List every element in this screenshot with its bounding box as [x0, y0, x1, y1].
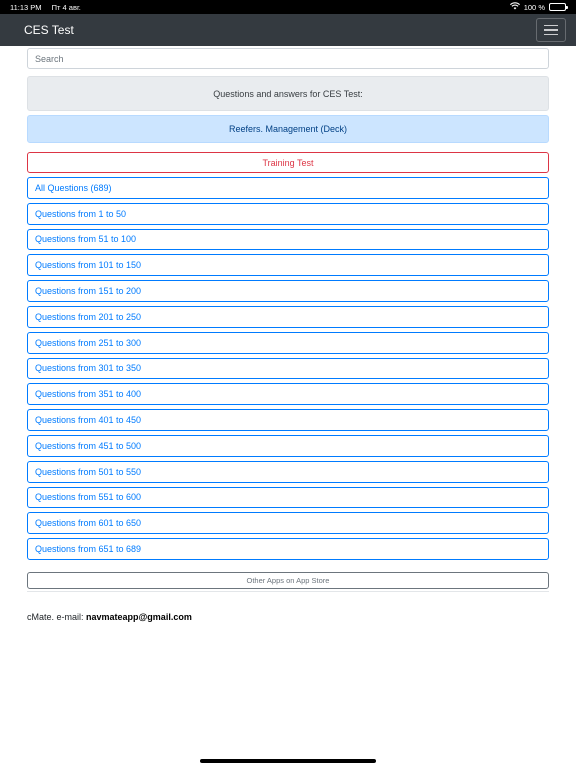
hamburger-line — [544, 29, 558, 31]
divider — [27, 590, 549, 592]
question-range-label: Questions from 51 to 100 — [35, 234, 137, 245]
question-range-button[interactable]: Questions from 151 to 200 — [27, 280, 549, 302]
question-range-label: Questions from 351 to 400 — [35, 389, 142, 400]
question-range-label: Questions from 301 to 350 — [35, 363, 142, 374]
status-bar: 11:13 PM Пт 4 авг. 100 % — [0, 0, 576, 14]
wifi-icon — [509, 2, 520, 12]
question-range-button[interactable]: Questions from 451 to 500 — [27, 434, 549, 457]
navbar-title[interactable]: CES Test — [24, 23, 74, 37]
battery-icon — [549, 3, 568, 11]
question-range-button[interactable]: Questions from 601 to 650 — [27, 512, 549, 535]
training-test-button[interactable]: Training Test — [27, 152, 549, 173]
question-range-label: Questions from 1 to 50 — [35, 208, 127, 219]
status-time: 11:13 PM — [10, 2, 42, 12]
question-range-label: Questions from 551 to 600 — [35, 492, 142, 503]
battery-percent: 100 % — [523, 2, 545, 12]
question-range-button[interactable]: Questions from 651 to 689 — [27, 538, 549, 560]
footer-email[interactable]: navmateapp@gmail.com — [86, 612, 192, 622]
question-range-button[interactable]: Questions from 501 to 550 — [27, 460, 549, 483]
question-range-label: Questions from 601 to 650 — [35, 518, 142, 529]
search-input[interactable] — [27, 48, 549, 69]
question-range-label: Questions from 651 to 689 — [35, 544, 142, 555]
question-range-button[interactable]: Questions from 201 to 250 — [27, 305, 549, 328]
status-date: Пт 4 авг. — [51, 2, 81, 12]
question-range-button[interactable]: Questions from 101 to 150 — [27, 254, 549, 277]
question-range-label: Questions from 151 to 200 — [35, 286, 142, 297]
question-range-button[interactable]: Questions from 401 to 450 — [27, 409, 549, 431]
training-test-label: Training Test — [262, 157, 314, 168]
main-content: Questions and answers for CES Test: Reef… — [27, 48, 549, 592]
home-indicator — [200, 759, 376, 763]
other-apps-button[interactable]: Other Apps on App Store — [27, 571, 549, 589]
category-text: Reefers. Management (Deck) — [228, 124, 348, 134]
status-right: 100 % — [509, 2, 568, 12]
navbar: CES Test — [0, 14, 576, 46]
other-apps-label: Other Apps on App Store — [246, 575, 330, 585]
question-range-button[interactable]: Questions from 301 to 350 — [27, 357, 549, 380]
question-range-label: Questions from 451 to 500 — [35, 440, 142, 451]
question-range-label: Questions from 201 to 250 — [35, 311, 142, 322]
hamburger-line — [544, 33, 558, 36]
questions-list: All Questions (689) Questions from 1 to 5… — [27, 177, 549, 560]
status-left: 11:13 PM Пт 4 авг. — [10, 3, 89, 12]
question-range-label: Questions from 501 to 550 — [35, 466, 142, 477]
question-range-label: Questions from 251 to 300 — [35, 337, 142, 348]
all-questions-button[interactable]: All Questions (689) — [27, 177, 549, 199]
question-range-label: All Questions (689) — [35, 182, 112, 193]
question-range-button[interactable]: Questions from 51 to 100 — [27, 228, 549, 251]
question-range-button[interactable]: Questions from 351 to 400 — [27, 383, 549, 406]
hamburger-icon — [544, 24, 558, 27]
footer-prefix: cMate. e-mail: — [27, 612, 87, 622]
footer: cMate. e-mail: navmateapp@gmail.com — [27, 612, 192, 622]
question-range-label: Questions from 101 to 150 — [35, 260, 142, 271]
category-banner: Reefers. Management (Deck) — [27, 115, 549, 143]
header-text: Questions and answers for CES Test: — [213, 88, 363, 99]
question-range-label: Questions from 401 to 450 — [35, 415, 142, 426]
question-range-button[interactable]: Questions from 1 to 50 — [27, 202, 549, 225]
question-range-button[interactable]: Questions from 551 to 600 — [27, 486, 549, 509]
header-banner: Questions and answers for CES Test: — [27, 76, 549, 111]
menu-toggle-button[interactable] — [536, 18, 566, 42]
question-range-button[interactable]: Questions from 251 to 300 — [27, 331, 549, 354]
